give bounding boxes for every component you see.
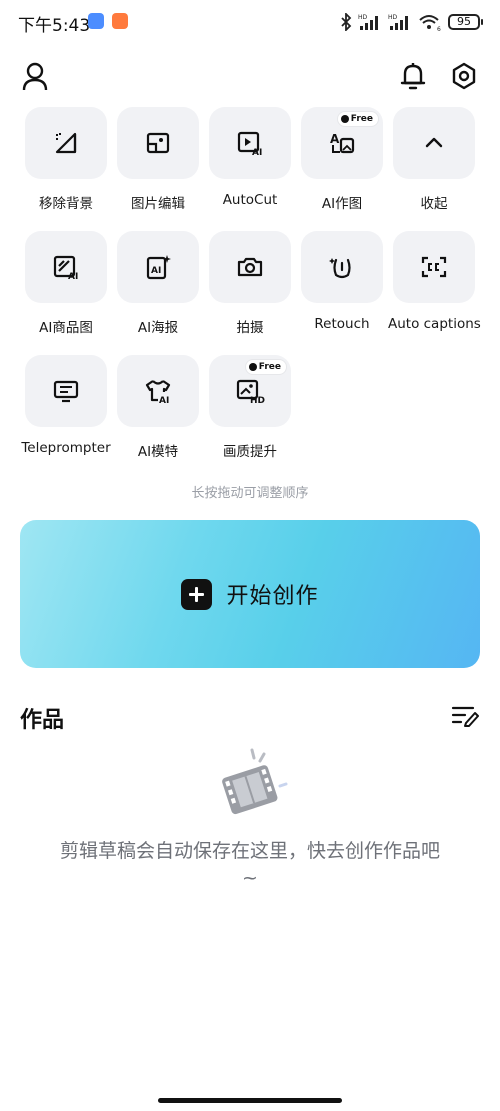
svg-text:AI: AI (159, 396, 169, 404)
wifi-6-label: 6 (437, 26, 441, 31)
tool-tile[interactable] (209, 231, 291, 303)
tool-label: Teleprompter (21, 440, 111, 456)
tool-collapse[interactable]: 收起 (388, 107, 480, 212)
signal-hd-label: HD (358, 14, 368, 21)
clock-icon (340, 115, 349, 123)
chevron-up-icon (425, 137, 443, 148)
hd-enhance-icon: HD (236, 379, 265, 404)
tool-label: AI作图 (321, 196, 363, 212)
tool-hd-enhance[interactable]: Free HD 画质提升 (204, 355, 296, 460)
tool-tile[interactable]: AI (117, 231, 199, 303)
tool-tile[interactable]: AI (209, 107, 291, 179)
svg-text:HD: HD (250, 396, 265, 404)
plus-icon (181, 578, 213, 610)
tool-ai-poster[interactable]: AI AI海报 (112, 231, 204, 336)
empty-works-message: 剪辑草稿会自动保存在这里，快去创作作品吧~ (60, 840, 441, 889)
settings-button[interactable] (446, 58, 482, 94)
teleprompter-icon (53, 380, 79, 403)
free-badge: Free (245, 360, 286, 374)
notifications-button[interactable] (395, 58, 431, 94)
status-bar: 下午5:43 HD HD 6 95 (0, 0, 500, 44)
ai-model-shirt-icon: AI (145, 380, 171, 404)
svg-text:A: A (330, 132, 340, 146)
home-indicator[interactable] (158, 1098, 342, 1103)
film-strip-icon (214, 748, 290, 818)
svg-text:AI: AI (151, 266, 161, 276)
tool-tile[interactable] (393, 107, 475, 179)
signal-icon: HD (358, 13, 382, 31)
bell-icon (400, 63, 426, 90)
tool-label: Auto captions (388, 316, 481, 332)
status-time: 下午5:43 (18, 16, 91, 36)
ai-draw-icon: A (330, 132, 355, 154)
tool-teleprompter[interactable]: Teleprompter (20, 355, 112, 456)
tool-autocut[interactable]: AI AutoCut (204, 107, 296, 208)
signal-hd-label-2: HD (388, 14, 398, 21)
svg-text:AI: AI (252, 148, 262, 156)
captions-icon (421, 256, 447, 278)
tool-ai-model[interactable]: AI AI模特 (112, 355, 204, 460)
tool-tile[interactable] (25, 107, 107, 179)
reorder-hint: 长按拖动可调整顺序 (191, 486, 309, 501)
tool-label: 画质提升 (223, 444, 277, 460)
tool-label: 收起 (420, 196, 448, 212)
tool-label: 图片编辑 (131, 196, 185, 212)
manage-works-button[interactable] (451, 704, 479, 728)
user-icon (22, 62, 48, 91)
tool-label: 拍摄 (236, 320, 264, 336)
edit-list-icon (451, 706, 479, 727)
tool-ai-draw[interactable]: Free A AI作图 (296, 107, 388, 212)
tool-tile[interactable]: AI (25, 231, 107, 303)
free-badge-label: Free (258, 362, 281, 372)
status-indicators: HD HD 6 95 (340, 10, 483, 34)
tool-retouch[interactable]: Retouch (296, 231, 388, 332)
ai-poster-icon: AI (146, 255, 171, 280)
start-creating-label: 开始创作 (226, 584, 319, 609)
free-badge-label: Free (350, 114, 373, 124)
tool-label: AI海报 (137, 320, 179, 336)
autocut-ai-icon: AI (237, 131, 262, 156)
free-badge: Free (337, 112, 378, 126)
retouch-face-icon (329, 258, 351, 279)
svg-text:AI: AI (68, 272, 78, 280)
start-creating-button[interactable]: 开始创作 (20, 520, 480, 668)
app-notification-icon (88, 13, 104, 29)
tool-tile[interactable]: AI (117, 355, 199, 427)
gear-icon (452, 62, 476, 90)
tool-image-edit[interactable]: 图片编辑 (112, 107, 204, 212)
tool-auto-captions[interactable]: Auto captions (388, 231, 481, 332)
battery-indicator: 95 (448, 14, 483, 30)
bluetooth-icon (340, 13, 352, 31)
ai-product-image-icon: AI (53, 255, 78, 280)
tool-tile[interactable] (301, 231, 383, 303)
tool-remove-background[interactable]: 移除背景 (20, 107, 112, 212)
camera-icon (237, 257, 263, 277)
tool-tile[interactable] (393, 231, 475, 303)
tool-label: AutoCut (222, 192, 278, 208)
tool-label: 移除背景 (39, 196, 93, 212)
clock-icon (248, 363, 257, 371)
tool-tile[interactable]: Free HD (209, 355, 291, 427)
recording-notification-icon (112, 13, 128, 29)
tool-label: AI商品图 (39, 320, 93, 336)
signal-icon-2: HD (388, 13, 412, 31)
works-title: 作品 (20, 708, 65, 733)
tool-label: Retouch (314, 316, 370, 332)
tool-tile[interactable] (25, 355, 107, 427)
image-edit-icon (146, 132, 170, 154)
tool-tile[interactable]: Free A (301, 107, 383, 179)
tool-camera[interactable]: 拍摄 (204, 231, 296, 336)
tool-ai-product-image[interactable]: AI AI商品图 (20, 231, 112, 336)
tool-label: AI模特 (137, 444, 179, 460)
wifi-icon: 6 (418, 13, 442, 31)
remove-background-icon (55, 132, 77, 154)
tool-tile[interactable] (117, 107, 199, 179)
profile-button[interactable] (17, 58, 53, 94)
